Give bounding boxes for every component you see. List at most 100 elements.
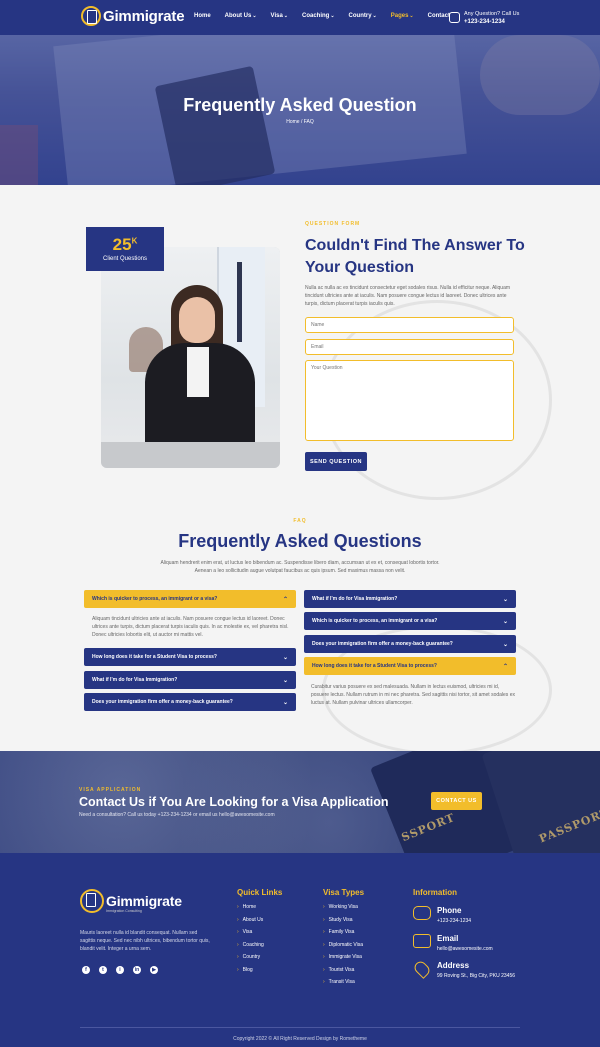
faq-answer: Curabitur varius posuere ex sed malesuad… — [311, 684, 515, 706]
footer-divider — [80, 1027, 520, 1028]
faq-item[interactable]: What if I'm do for Visa Immigration? ⌄ — [304, 590, 516, 608]
nav-item-country[interactable]: Country⌄ — [349, 13, 377, 19]
visa-type-link[interactable]: › Study Visa — [323, 917, 352, 923]
copyright: Copyright 2022 © All Right Reserved Desi… — [233, 1036, 367, 1042]
question-form-description: Nulla ac nulla ac ex tincidunt consectet… — [305, 285, 511, 307]
chevron-right-icon: › — [237, 941, 239, 948]
visa-type-link-label: Family Visa — [328, 929, 355, 935]
nav-label: Contact — [427, 13, 450, 19]
visa-type-link[interactable]: › Transit Visa — [323, 979, 355, 985]
question-form-label: QUESTION FORM — [305, 221, 361, 227]
chevron-right-icon: › — [323, 954, 325, 960]
linkedin-icon[interactable]: in — [133, 966, 141, 974]
support-agent-photo — [101, 247, 280, 468]
chevron-up-icon: ⌃ — [502, 663, 508, 670]
youtube-icon[interactable]: ▶ — [150, 966, 158, 974]
quick-link[interactable]: › Coaching — [237, 942, 264, 948]
visa-type-link-label: Transit Visa — [328, 979, 355, 985]
nav-item-home[interactable]: Home — [194, 13, 211, 19]
nav-label: Home — [194, 13, 211, 19]
visa-type-link[interactable]: › Immigrate Visa — [323, 954, 362, 960]
nav-label: Visa — [270, 13, 283, 19]
chevron-down-icon: ⌄ — [372, 13, 377, 19]
question-field[interactable] — [305, 360, 514, 441]
instagram-icon[interactable]: i — [116, 966, 124, 974]
badge-number: 25 — [112, 235, 132, 254]
nav-label: Coaching — [301, 13, 330, 19]
nav-item-contact[interactable]: Contact — [428, 13, 450, 19]
faq-item[interactable]: Which is quicker to process, an immigran… — [304, 612, 516, 630]
faq-label: FAQ — [293, 518, 307, 524]
logo-text: Gimmigrate — [103, 7, 185, 25]
email-field[interactable] — [305, 339, 514, 355]
quick-link-label: About Us — [242, 916, 264, 923]
faq-question: How long does it take for a Student Visa… — [92, 654, 217, 660]
visa-type-link[interactable]: › Working Visa — [323, 904, 358, 910]
email-value[interactable]: hello@awesomesite.com — [437, 946, 493, 952]
faq-question: Does your immigration firm offer a money… — [312, 641, 453, 647]
breadcrumb[interactable]: Home / FAQ — [0, 119, 600, 125]
quick-link[interactable]: › About Us — [237, 917, 263, 923]
phone-icon — [449, 12, 460, 23]
visa-type-link-label: Diplomatic Visa — [328, 941, 364, 948]
quick-link[interactable]: › Country — [237, 954, 260, 960]
visa-type-link-label: Immigrate Visa — [328, 954, 362, 960]
chevron-down-icon: ⌄ — [502, 596, 508, 603]
social-links: f t i in ▶ — [82, 966, 158, 974]
quick-links-title: Quick Links — [237, 888, 283, 897]
quick-link[interactable]: › Home — [237, 904, 256, 910]
visa-type-link-label: Study Visa — [328, 916, 353, 923]
name-field[interactable] — [305, 317, 514, 333]
send-question-button[interactable]: SEND QUESTION — [305, 452, 367, 471]
faq-description: Aliquam hendrerit enim erat, ut luctus l… — [160, 560, 440, 574]
client-questions-badge: 25K Client Questions — [86, 227, 164, 271]
faq-question: Which is quicker to process, an immigran… — [92, 596, 218, 602]
visa-type-link[interactable]: › Diplomatic Visa — [323, 942, 363, 948]
page-hero: Frequently Asked Question Home / FAQ — [0, 35, 600, 185]
faq-item[interactable]: Does your immigration firm offer a money… — [84, 693, 296, 711]
nav-item-coaching[interactable]: Coaching⌄ — [302, 13, 335, 19]
visa-types-title: Visa Types — [323, 888, 365, 897]
chevron-down-icon: ⌄ — [282, 654, 288, 661]
faq-item[interactable]: Does your immigration firm offer a money… — [304, 635, 516, 653]
visa-type-link[interactable]: › Tourist Visa — [323, 967, 354, 973]
chevron-right-icon: › — [323, 979, 325, 985]
chevron-right-icon: › — [237, 929, 239, 935]
faq-item[interactable]: How long does it take for a Student Visa… — [304, 657, 516, 675]
chevron-right-icon: › — [237, 916, 239, 923]
chevron-down-icon: ⌄ — [330, 13, 335, 19]
badge-suffix: K — [131, 236, 138, 246]
quick-link[interactable]: › Blog — [237, 967, 253, 973]
logo-icon — [81, 6, 101, 26]
facebook-icon[interactable]: f — [82, 966, 90, 974]
nav-item-pages[interactable]: Pages⌄ — [391, 13, 414, 19]
chevron-right-icon: › — [323, 904, 325, 910]
nav-item-visa[interactable]: Visa⌄ — [271, 13, 288, 19]
twitter-icon[interactable]: t — [99, 966, 107, 974]
header-contact[interactable]: Any Question? Call Us +123-234-1234 — [449, 10, 519, 26]
site-logo[interactable]: Gimmigrate — [81, 6, 185, 26]
chevron-right-icon: › — [323, 941, 325, 948]
footer-description: Mauris laoreet nulla id blandit consequa… — [80, 930, 210, 952]
main-nav: Home About Us⌄ Visa⌄ Coaching⌄ Country⌄ Pages… — [194, 13, 464, 19]
faq-item[interactable]: How long does it take for a Student Visa… — [84, 648, 296, 666]
chevron-right-icon: › — [323, 916, 325, 923]
chevron-down-icon: ⌄ — [283, 13, 288, 19]
page-title: Frequently Asked Question — [183, 95, 417, 115]
badge-label: Client Questions — [102, 256, 148, 262]
phone-value[interactable]: +123-234-1234 — [437, 918, 471, 924]
visa-type-link[interactable]: › Family Visa — [323, 929, 354, 935]
nav-label: About Us — [224, 13, 252, 19]
phone-label: Phone — [437, 906, 462, 915]
nav-item-about-us[interactable]: About Us⌄ — [225, 13, 257, 19]
visa-type-link-label: Tourist Visa — [328, 966, 355, 973]
phone-icon — [413, 906, 431, 920]
contact-us-button[interactable]: CONTACT US — [431, 792, 482, 810]
faq-item[interactable]: Which is quicker to process, an immigran… — [84, 590, 296, 608]
chevron-up-icon: ⌃ — [282, 596, 288, 603]
quick-link[interactable]: › Visa — [237, 929, 252, 935]
chevron-right-icon: › — [237, 954, 239, 960]
header-contact-phone: +123-234-1234 — [464, 19, 505, 25]
faq-item[interactable]: What if I'm do for Visa Immigration? ⌄ — [84, 671, 296, 689]
nav-label: Country — [348, 13, 372, 19]
